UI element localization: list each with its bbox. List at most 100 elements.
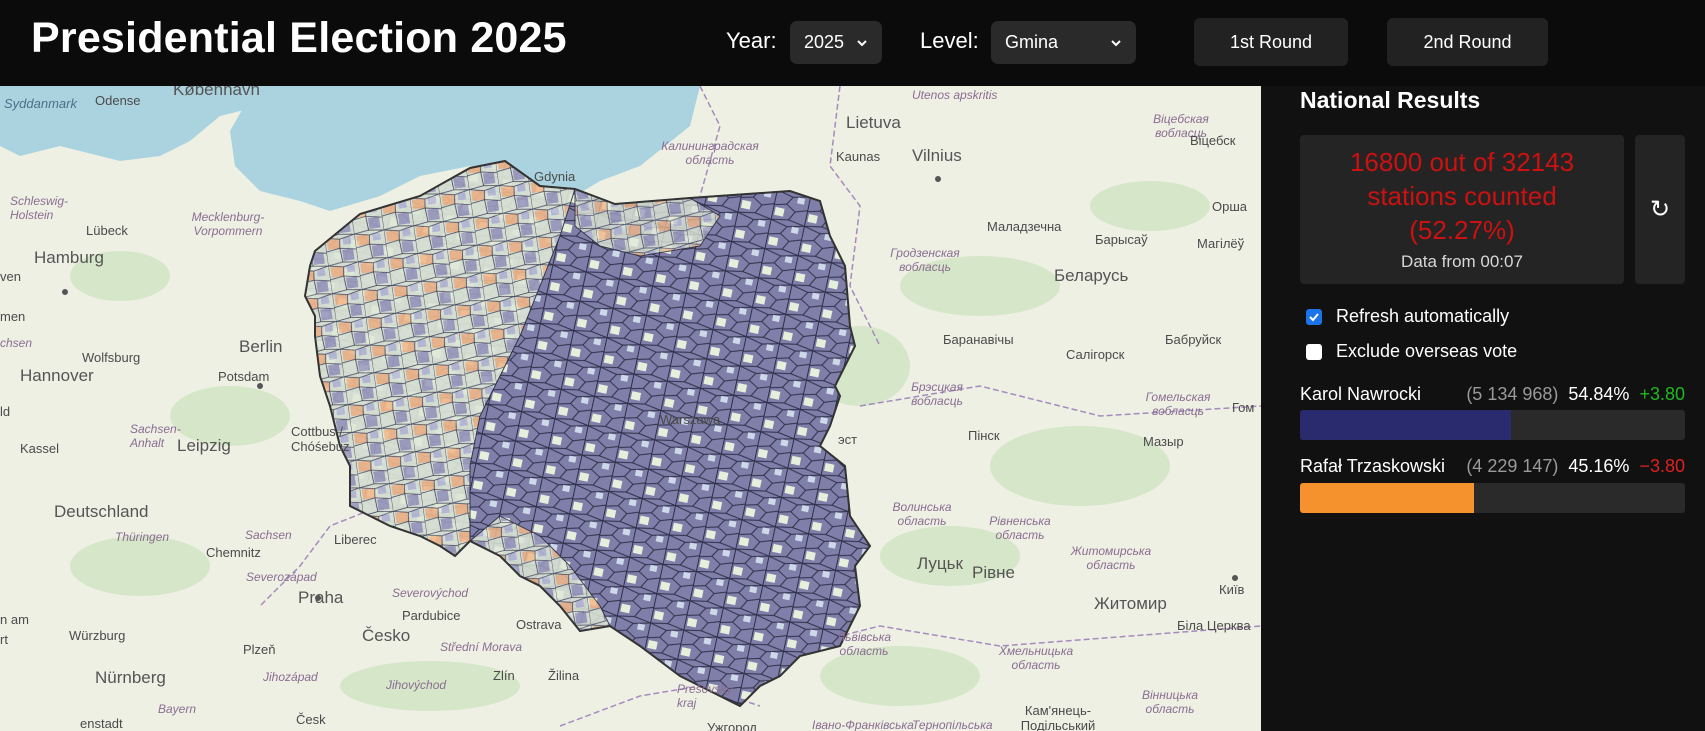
map-label: Біла Церква xyxy=(1177,618,1251,633)
exclude-overseas-checkbox[interactable] xyxy=(1306,343,1322,360)
map-label: Київ xyxy=(1219,582,1245,597)
map-label: Žilina xyxy=(548,668,580,683)
candidate-name: Rafał Trzaskowski xyxy=(1300,456,1446,476)
map-label: Utenos apskritis xyxy=(912,88,998,102)
map-label: rt xyxy=(0,632,8,647)
level-label: Level: xyxy=(920,28,979,53)
candidate-bar xyxy=(1300,410,1685,440)
map-label: Kassel xyxy=(20,441,60,456)
candidate-change: −3.80 xyxy=(1639,456,1685,476)
map-label: Odense xyxy=(95,93,141,108)
candidate-row: Rafał Trzaskowski (4 229 147) 45.16% −3.… xyxy=(1300,456,1685,477)
map-label: Praha xyxy=(298,588,344,607)
map-label: Jihovýchod xyxy=(386,678,447,692)
map-label: Вінницька область xyxy=(1141,688,1199,716)
map-label: Салігорск xyxy=(1066,347,1125,362)
map-label: Гродзенская вобласць xyxy=(890,246,960,274)
map-label: Warszawa xyxy=(660,412,721,427)
map-label: Plzeň xyxy=(243,642,276,657)
candidate-change: +3.80 xyxy=(1639,384,1685,404)
map-label: Sachsen xyxy=(245,528,292,542)
map-label: Česk xyxy=(296,712,326,727)
map-label: Zlín xyxy=(493,668,515,683)
map-label: Івано-Франківська xyxy=(812,718,914,731)
map-label: Česko xyxy=(362,626,411,645)
map-label: ld xyxy=(0,404,11,419)
first-round-button[interactable]: 1st Round xyxy=(1194,18,1348,66)
map-label: Leipzig xyxy=(177,436,231,455)
level-select-value: Gmina xyxy=(1005,32,1059,52)
map-label: Nürnberg xyxy=(95,668,166,687)
candidate-name: Karol Nawrocki xyxy=(1300,384,1422,404)
map-label: Syddanmark xyxy=(4,96,77,111)
refresh-icon: ↻ xyxy=(1649,196,1671,223)
map-label: Житомирська область xyxy=(1070,544,1152,572)
map-label: Würzburg xyxy=(69,628,126,643)
map-label: Kaunas xyxy=(836,149,881,164)
map-label: Віцебск xyxy=(1190,133,1236,148)
map-label: Рівне xyxy=(972,563,1015,582)
map-label: эст xyxy=(838,432,858,447)
count-status-text: 16800 out of 32143 stations counted (52.… xyxy=(1349,147,1575,245)
map-label: Bayern xyxy=(158,702,197,716)
candidate-row: Karol Nawrocki (5 134 968) 54.84% +3.80 xyxy=(1300,384,1685,405)
map-label: Pardubice xyxy=(402,608,461,623)
data-timestamp: Data from 00:07 xyxy=(1401,252,1523,271)
map-label: Chemnitz xyxy=(206,545,261,560)
map-label: enstadt xyxy=(80,716,123,731)
map-label: Střední Morava xyxy=(440,640,523,654)
candidate-bar-fill xyxy=(1300,410,1512,440)
map-label: Liberec xyxy=(334,532,377,547)
map-label: Deutschland xyxy=(54,502,149,521)
election-map[interactable]: Syddanmark Odense København Schleswig-Ho… xyxy=(0,86,1261,731)
map-label: Брэсцкая вобласць xyxy=(911,380,963,408)
map-label: Ostrava xyxy=(516,617,562,632)
map-label: Severovýchod xyxy=(392,586,469,600)
map-label: Mecklenburg-Vorpommern xyxy=(191,210,265,238)
map-label: Калининградская область xyxy=(661,139,759,167)
map-label: Пінск xyxy=(968,428,1000,443)
map-label: Ужгород xyxy=(707,720,757,731)
map-label: Гомельская вобласць xyxy=(1145,390,1211,418)
year-select[interactable]: 2025 xyxy=(790,21,882,64)
map-label: Gdynia xyxy=(534,169,576,184)
chevron-down-icon xyxy=(1111,39,1121,46)
auto-refresh-checkbox[interactable] xyxy=(1306,308,1322,325)
check-icon xyxy=(1309,312,1319,321)
map-label: Бабруйск xyxy=(1165,332,1222,347)
map-canvas[interactable] xyxy=(0,86,1261,731)
map-label: Хмельницька область xyxy=(998,644,1074,672)
map-label: Орша xyxy=(1212,199,1248,214)
level-select[interactable]: Gmina xyxy=(991,21,1136,64)
second-round-button[interactable]: 2nd Round xyxy=(1387,18,1548,66)
candidate-votes: (4 229 147) xyxy=(1466,456,1559,476)
exclude-overseas-row[interactable]: Exclude overseas vote xyxy=(1306,341,1517,362)
year-select-value: 2025 xyxy=(804,32,845,52)
map-label: Житомир xyxy=(1094,594,1167,613)
map-label: Potsdam xyxy=(218,369,270,384)
map-label: Hannover xyxy=(20,366,94,385)
map-label: Тернопільська xyxy=(912,718,993,731)
map-label: Гом xyxy=(1232,400,1255,415)
page-title: Presidential Election 2025 xyxy=(31,14,567,62)
panel-title: National Results xyxy=(1300,87,1481,113)
map-label: chsen xyxy=(0,336,33,350)
map-label: Cottbus / Chóśebuz xyxy=(291,424,350,454)
candidate-bar xyxy=(1300,483,1685,513)
candidate-bar-fill xyxy=(1300,483,1474,513)
candidate-percent: 54.84% xyxy=(1568,384,1630,404)
map-label: Thüringen xyxy=(115,530,170,544)
map-label: Луцьк xyxy=(917,554,963,573)
map-label: Беларусь xyxy=(1054,266,1129,285)
map-label: Львівська область xyxy=(836,630,892,658)
auto-refresh-row[interactable]: Refresh automatically xyxy=(1306,306,1509,327)
candidate-votes: (5 134 968) xyxy=(1466,384,1559,404)
map-label: Jihozápad xyxy=(263,670,318,684)
map-label: n am xyxy=(0,612,29,627)
map-label: Мазыр xyxy=(1143,434,1184,449)
map-label: Schleswig-Holstein xyxy=(10,194,69,222)
map-label: Lübeck xyxy=(86,223,128,238)
refresh-button[interactable]: ↻ xyxy=(1635,135,1685,284)
map-label: Wolfsburg xyxy=(82,350,141,365)
map-label: Магілёў xyxy=(1197,236,1245,251)
